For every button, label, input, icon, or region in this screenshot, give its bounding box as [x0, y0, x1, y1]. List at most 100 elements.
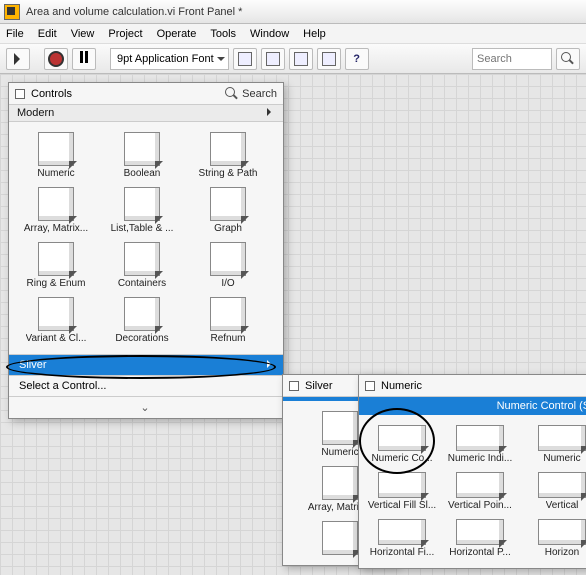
palette-item-label: Horizon — [545, 547, 579, 558]
numeric-item-control[interactable]: Numeric Co... — [363, 421, 441, 468]
palette-row-select-control[interactable]: Select a Control... — [9, 375, 283, 396]
menu-edit[interactable]: Edit — [38, 28, 57, 40]
chevron-right-icon — [267, 107, 275, 119]
palette-item-list[interactable]: List,Table & ... — [99, 183, 185, 238]
pin-icon[interactable] — [15, 89, 25, 99]
palette-item-decorations[interactable]: Decorations — [99, 293, 185, 348]
toolbar: 9pt Application Font ? — [0, 44, 586, 74]
ring-icon — [322, 521, 358, 555]
numeric-item-vfill[interactable]: Vertical Fill Sl... — [363, 468, 441, 515]
numeric-item-indicator[interactable]: Numeric Indi... — [441, 421, 519, 468]
palette-item-label: Numeric Co... — [371, 453, 432, 464]
numeric-item-vpoint[interactable]: Vertical Poin... — [441, 468, 519, 515]
palette-item-label: String & Path — [199, 168, 258, 179]
toolbar-search[interactable] — [472, 48, 552, 70]
palette-item-label: Numeric — [37, 168, 74, 179]
controls-category-row[interactable]: Modern — [9, 105, 283, 122]
chevron-down-icon: ⌄ — [140, 402, 151, 414]
window-title: Area and volume calculation.vi Front Pan… — [26, 6, 242, 18]
palette-item-numeric[interactable]: Numeric — [13, 128, 99, 183]
menu-tools[interactable]: Tools — [210, 28, 236, 40]
distribute-icon — [266, 52, 280, 66]
numeric-item-cut[interactable]: Numeric — [519, 421, 586, 468]
search-icon — [225, 87, 239, 101]
palette-item-label: Boolean — [124, 168, 161, 179]
palette-item-label: Decorations — [115, 333, 168, 344]
horizontal-slider-icon — [378, 519, 426, 545]
toolbar-search-input[interactable] — [477, 53, 547, 65]
numeric-item-hfill[interactable]: Horizontal Fi... — [363, 515, 441, 562]
palette-row-silver[interactable]: Silver — [9, 354, 283, 375]
run-arrow-icon — [10, 53, 26, 65]
controls-palette-title: Controls — [31, 88, 72, 100]
palette-row-label: Select a Control... — [19, 380, 106, 392]
palette-expand-button[interactable]: ⌄ — [9, 396, 283, 418]
pause-button[interactable] — [72, 48, 96, 70]
menu-bar: File Edit View Project Operate Tools Win… — [0, 24, 586, 44]
palette-item-refnum[interactable]: Refnum — [185, 293, 271, 348]
abort-button[interactable] — [44, 48, 68, 70]
menu-operate[interactable]: Operate — [157, 28, 197, 40]
distribute-button[interactable] — [261, 48, 285, 70]
menu-view[interactable]: View — [71, 28, 95, 40]
pin-icon[interactable] — [289, 381, 299, 391]
align-button[interactable] — [233, 48, 257, 70]
palette-item-label: Horizontal Fi... — [370, 547, 434, 558]
vertical-pointer-icon — [456, 472, 504, 498]
menu-project[interactable]: Project — [108, 28, 142, 40]
palette-item-containers[interactable]: Containers — [99, 238, 185, 293]
numeric-palette-grid: Numeric Co... Numeric Indi... Numeric Ve… — [359, 415, 586, 568]
search-icon — [561, 52, 575, 66]
font-selector[interactable]: 9pt Application Font — [110, 48, 229, 70]
numeric-icon — [322, 411, 358, 445]
numeric-palette-header[interactable]: Numeric — [359, 375, 586, 397]
variant-icon — [38, 297, 74, 331]
resize-button[interactable] — [289, 48, 313, 70]
numeric-indicator-icon — [456, 425, 504, 451]
stop-icon — [48, 51, 64, 67]
palette-item-variant[interactable]: Variant & Cl... — [13, 293, 99, 348]
palette-item-label: Ring & Enum — [27, 278, 86, 289]
string-icon — [210, 132, 246, 166]
numeric-banner-label: Numeric Control (Sil — [497, 400, 586, 412]
palette-item-label: Vertical Fill Sl... — [368, 500, 436, 511]
array-icon — [38, 187, 74, 221]
controls-palette-header[interactable]: Controls Search — [9, 83, 283, 105]
palette-item-label: Containers — [118, 278, 166, 289]
resize-icon — [294, 52, 308, 66]
numeric-item-vcut[interactable]: Vertical — [519, 468, 586, 515]
palette-row-label: Silver — [19, 359, 47, 371]
palette-search-button[interactable]: Search — [225, 87, 277, 101]
search-go-button[interactable] — [556, 48, 580, 70]
palette-item-ring[interactable]: Ring & Enum — [13, 238, 99, 293]
list-icon — [124, 187, 160, 221]
vertical-icon — [538, 472, 586, 498]
help-icon: ? — [353, 53, 360, 65]
ring-icon — [38, 242, 74, 276]
palette-item-label: Horizontal P... — [449, 547, 511, 558]
silver-palette-title: Silver — [305, 380, 333, 392]
palette-item-label: Graph — [214, 223, 242, 234]
palette-item-label: Refnum — [210, 333, 245, 344]
menu-file[interactable]: File — [6, 28, 24, 40]
numeric-item-hcut[interactable]: Horizon — [519, 515, 586, 562]
palette-item-array[interactable]: Array, Matrix... — [13, 183, 99, 238]
run-button[interactable] — [6, 48, 30, 70]
palette-item-io[interactable]: I/O — [185, 238, 271, 293]
reorder-button[interactable] — [317, 48, 341, 70]
palette-search-label: Search — [242, 88, 277, 100]
palette-item-label: Vertical — [546, 500, 579, 511]
menu-help[interactable]: Help — [303, 28, 326, 40]
numeric-item-hpoint[interactable]: Horizontal P... — [441, 515, 519, 562]
refnum-icon — [210, 297, 246, 331]
palette-item-string[interactable]: String & Path — [185, 128, 271, 183]
horizontal-pointer-icon — [456, 519, 504, 545]
graph-icon — [210, 187, 246, 221]
io-icon — [210, 242, 246, 276]
palette-item-graph[interactable]: Graph — [185, 183, 271, 238]
pin-icon[interactable] — [365, 381, 375, 391]
palette-item-boolean[interactable]: Boolean — [99, 128, 185, 183]
palette-item-label: Numeric Indi... — [448, 453, 512, 464]
menu-window[interactable]: Window — [250, 28, 289, 40]
help-button[interactable]: ? — [345, 48, 369, 70]
